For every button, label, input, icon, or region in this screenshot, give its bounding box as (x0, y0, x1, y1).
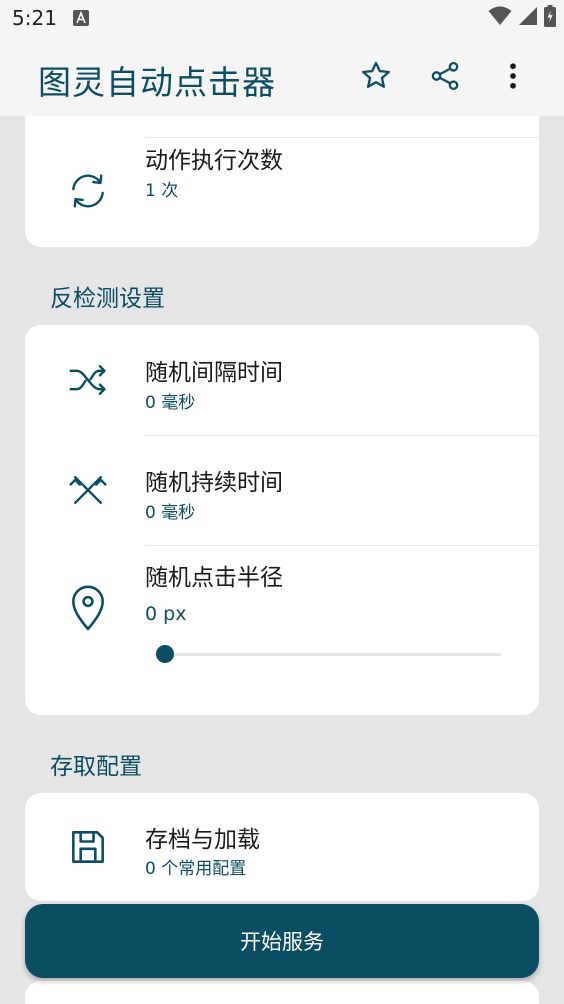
random-duration-title: 随机持续时间 (145, 470, 283, 496)
random-radius-value: 0 px (145, 603, 187, 625)
random-interval-value: 0 毫秒 (145, 393, 196, 413)
slider-thumb[interactable] (156, 645, 174, 663)
app-bar: 图灵自动点击器 (0, 36, 564, 116)
more-options-icon[interactable] (495, 58, 531, 94)
share-icon[interactable] (427, 58, 463, 94)
start-service-button[interactable]: 开始服务 (25, 904, 539, 978)
signal-icon (518, 6, 538, 30)
status-time: 5:21 (12, 6, 57, 30)
anti-detect-card: 随机间隔时间 0 毫秒 随机持续时间 0 毫秒 随机点击半径 0 px (25, 325, 539, 715)
app-title: 图灵自动点击器 (38, 63, 276, 102)
repeat-count-item[interactable]: 动作执行次数 1 次 (25, 138, 539, 247)
save-load-title: 存档与加载 (145, 827, 260, 853)
location-pin-icon (63, 582, 113, 632)
save-load-card: 存档与加载 0 个常用配置 (25, 793, 539, 901)
battery-icon (544, 5, 556, 31)
random-radius-item[interactable]: 随机点击半径 0 px (25, 546, 539, 715)
random-duration-item[interactable]: 随机持续时间 0 毫秒 (25, 436, 539, 545)
start-service-label: 开始服务 (240, 930, 324, 954)
repeat-count-title: 动作执行次数 (145, 148, 283, 174)
action-settings-card: 动作执行次数 1 次 (25, 116, 539, 247)
floppy-disk-icon (63, 822, 113, 872)
save-load-item[interactable]: 存档与加载 0 个常用配置 (25, 793, 539, 901)
notification-a-icon (73, 10, 89, 26)
random-duration-value: 0 毫秒 (145, 503, 196, 523)
repeat-count-value: 1 次 (145, 181, 179, 201)
shuffle-icon (63, 355, 113, 405)
system-icons (488, 5, 556, 31)
settings-scroll-area[interactable]: 动作执行次数 1 次 反检测设置 随机间隔时间 0 毫秒 随机持续时间 0 毫秒… (0, 116, 564, 1004)
wifi-icon (488, 6, 512, 30)
random-radius-title: 随机点击半径 (145, 565, 283, 591)
random-radius-slider[interactable] (155, 642, 501, 666)
random-arrows-icon (63, 465, 113, 515)
save-load-value: 0 个常用配置 (145, 859, 247, 879)
section-save-load-title: 存取配置 (50, 754, 142, 780)
random-interval-item[interactable]: 随机间隔时间 0 毫秒 (25, 325, 539, 435)
next-card (25, 981, 539, 1004)
slider-track (155, 653, 501, 656)
repeat-icon (63, 166, 113, 216)
status-bar: 5:21 (0, 0, 564, 36)
star-icon[interactable] (358, 58, 394, 94)
section-anti-detect-title: 反检测设置 (50, 286, 165, 312)
random-interval-title: 随机间隔时间 (145, 360, 283, 386)
